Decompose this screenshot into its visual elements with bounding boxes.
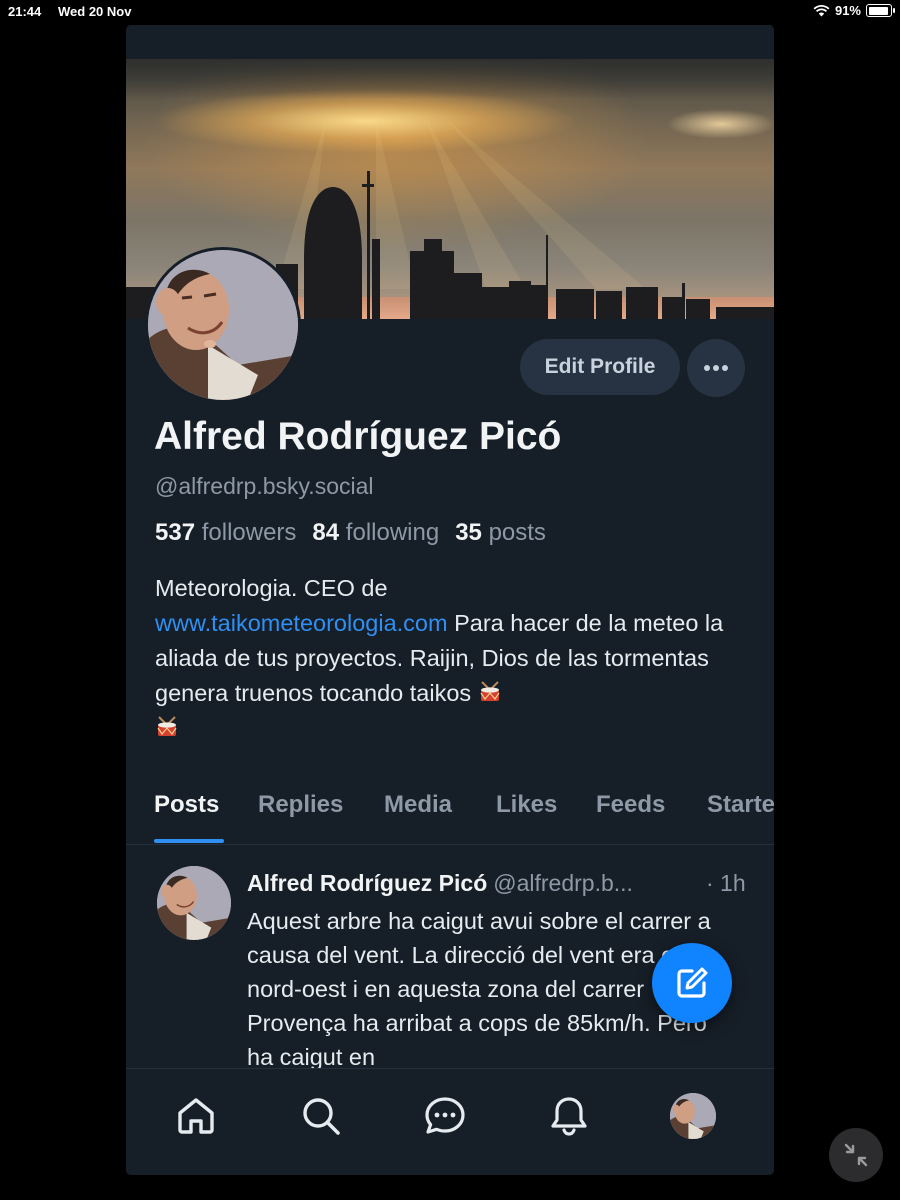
nav-chat[interactable]: [420, 1091, 470, 1141]
tab-media[interactable]: Media: [384, 791, 452, 819]
ellipsis-icon: [704, 365, 728, 371]
search-icon: [303, 1098, 340, 1135]
status-right: 91%: [813, 3, 895, 18]
followers-label: followers: [201, 519, 297, 546]
tab-feeds[interactable]: Feeds: [596, 791, 665, 819]
battery-percent: 91%: [834, 3, 861, 18]
profile-bio: Meteorologia. CEO de www.taikometeorolog…: [155, 571, 755, 746]
profile-stats: 537 followers 84 following 35 posts: [155, 519, 546, 547]
bio-line1: Meteorologia. CEO de: [155, 575, 388, 601]
bluesky-app-window: Edit Profile Alfred Rodríguez Picó @alfr…: [126, 25, 774, 1175]
post-author-avatar[interactable]: [157, 866, 231, 940]
battery-icon: [866, 4, 895, 17]
bell-icon: [551, 1097, 587, 1136]
minimize-arrows-icon: [844, 1143, 868, 1167]
bottom-navigation: [126, 1068, 774, 1175]
status-time: 21:44: [8, 4, 42, 19]
post-author-name[interactable]: Alfred Rodríguez Picó: [247, 870, 487, 896]
posts-label: posts: [488, 519, 546, 546]
tab-posts[interactable]: Posts: [154, 791, 219, 819]
nav-notifications[interactable]: [544, 1091, 594, 1141]
profile-avatar[interactable]: [145, 247, 301, 403]
bio-website-link[interactable]: www.taikometeorologia.com: [155, 610, 448, 636]
following-count: 84: [312, 519, 340, 546]
home-icon: [178, 1098, 214, 1134]
profile-name: Alfred Rodríguez Picó: [154, 415, 562, 458]
top-bar: [126, 25, 774, 59]
edit-profile-button[interactable]: Edit Profile: [520, 339, 680, 395]
wifi-icon: [813, 5, 830, 17]
profile-handle: @alfredrp.bsky.social: [155, 473, 374, 499]
minimize-window-button[interactable]: [829, 1128, 883, 1182]
nav-home[interactable]: [171, 1091, 221, 1141]
status-bar: 21:44 Wed 20 Nov 91%: [0, 0, 900, 24]
tab-likes[interactable]: Likes: [496, 791, 557, 819]
avatar-photo: [157, 866, 231, 940]
followers-stat[interactable]: 537 followers: [155, 519, 296, 547]
posts-stat: 35 posts: [455, 519, 546, 547]
compose-button[interactable]: [652, 943, 732, 1023]
tab-starter-packs[interactable]: Starter Packs: [707, 791, 774, 819]
nav-search[interactable]: [296, 1091, 346, 1141]
avatar-photo: [148, 250, 298, 400]
compose-icon: [677, 967, 708, 998]
avatar-photo: [670, 1093, 716, 1139]
chat-icon: [425, 1097, 465, 1134]
drum-emoji-icon: [480, 681, 500, 701]
tab-replies[interactable]: Replies: [258, 791, 343, 819]
post-timestamp[interactable]: · 1h: [706, 870, 746, 897]
profile-tabs: Posts Replies Media Likes Feeds Starter …: [126, 785, 774, 845]
following-label: following: [345, 519, 440, 546]
posts-count: 35: [455, 519, 482, 546]
active-tab-indicator: [154, 839, 224, 843]
drum-emoji-icon: [157, 716, 177, 736]
post-header: Alfred Rodríguez Picó @alfredrp.b...: [247, 870, 747, 897]
followers-count: 537: [155, 519, 196, 546]
following-stat[interactable]: 84 following: [312, 519, 439, 547]
post-author-handle[interactable]: @alfredrp.b...: [493, 870, 633, 896]
more-options-button[interactable]: [687, 339, 745, 397]
nav-profile-avatar[interactable]: [670, 1093, 716, 1139]
status-date: Wed 20 Nov: [58, 4, 132, 19]
